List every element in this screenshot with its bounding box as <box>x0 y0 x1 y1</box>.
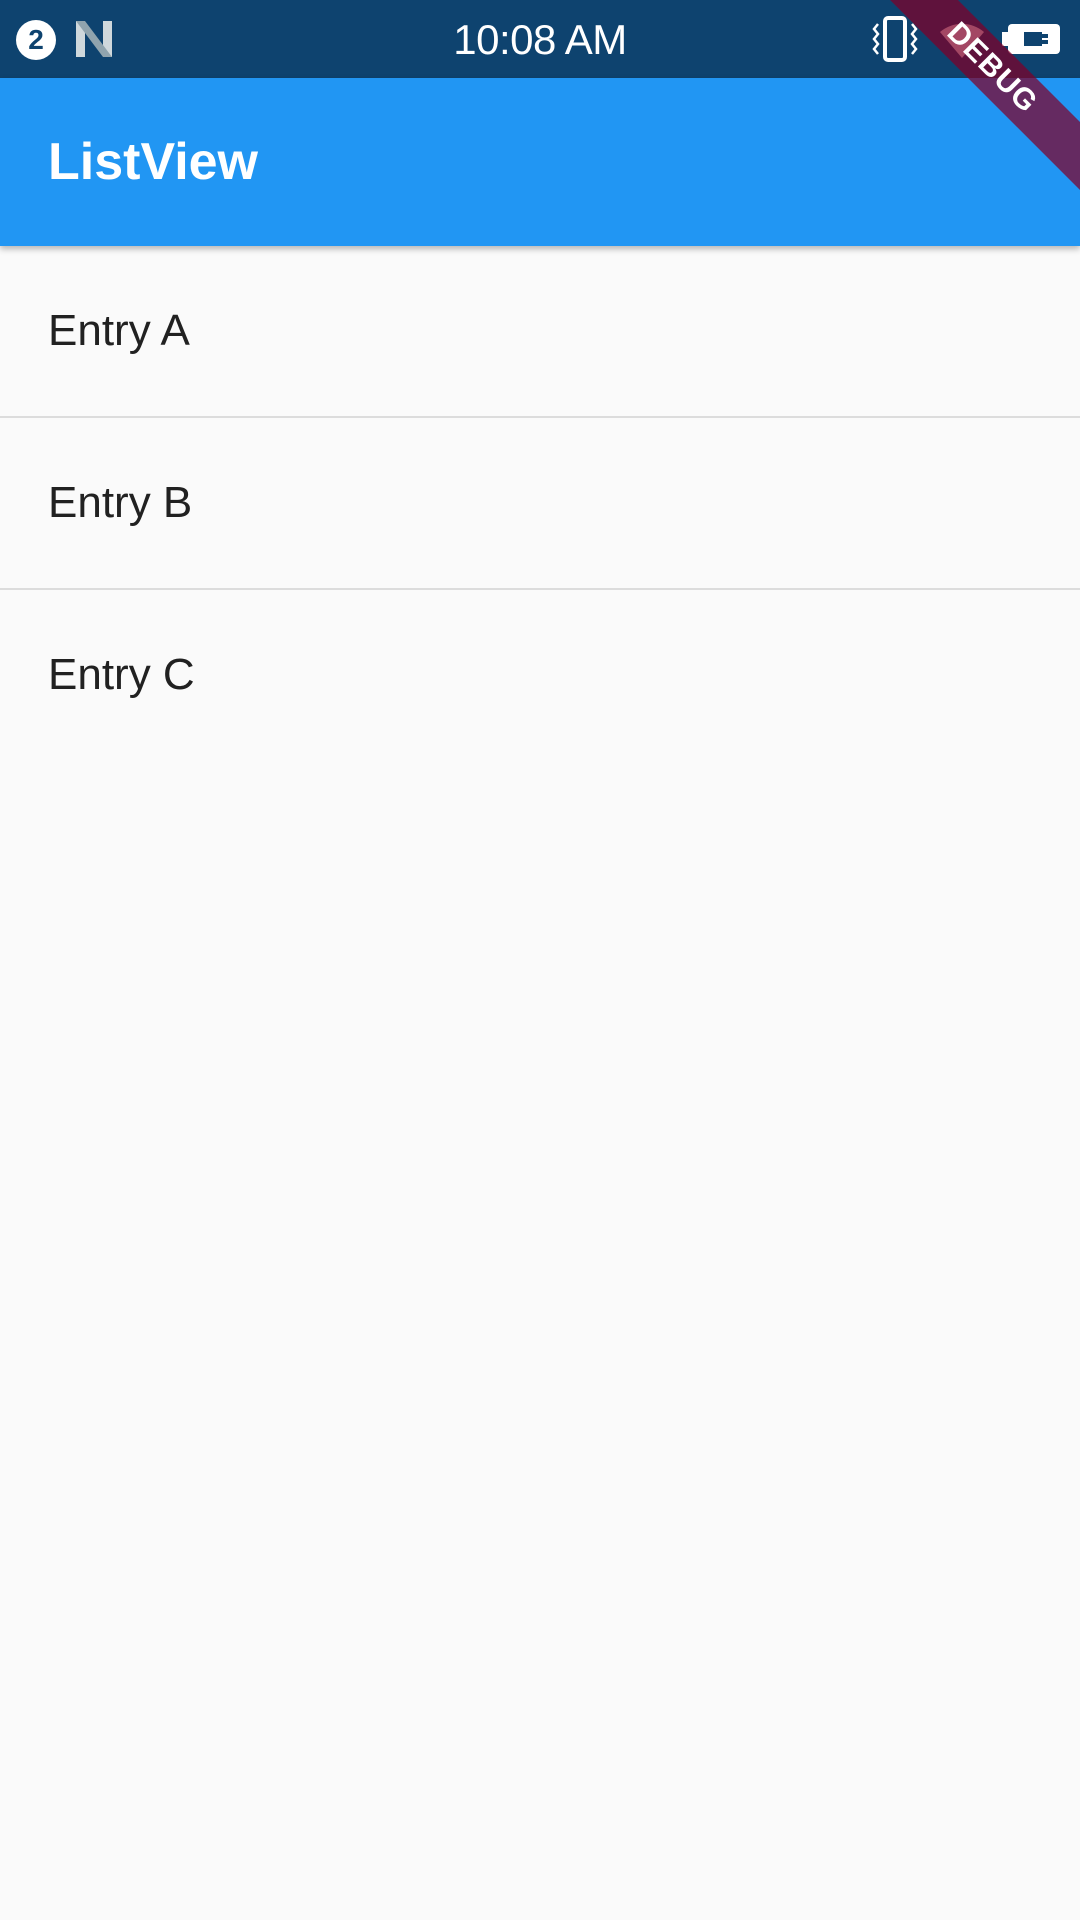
battery-charging-icon <box>1002 24 1060 54</box>
screen: 2 10:08 AM ListView Entry A Entry B Entr… <box>0 0 1080 1920</box>
n-icon <box>76 21 112 57</box>
app-bar: ListView <box>0 78 1080 246</box>
list-view: Entry A Entry B Entry C <box>0 246 1080 760</box>
notification-count-icon: 2 <box>16 20 56 60</box>
page-title: ListView <box>48 133 259 191</box>
list-item-entry-b[interactable]: Entry B <box>0 418 1080 588</box>
list-item-entry-c[interactable]: Entry C <box>0 590 1080 760</box>
list-item-entry-a[interactable]: Entry A <box>0 246 1080 416</box>
